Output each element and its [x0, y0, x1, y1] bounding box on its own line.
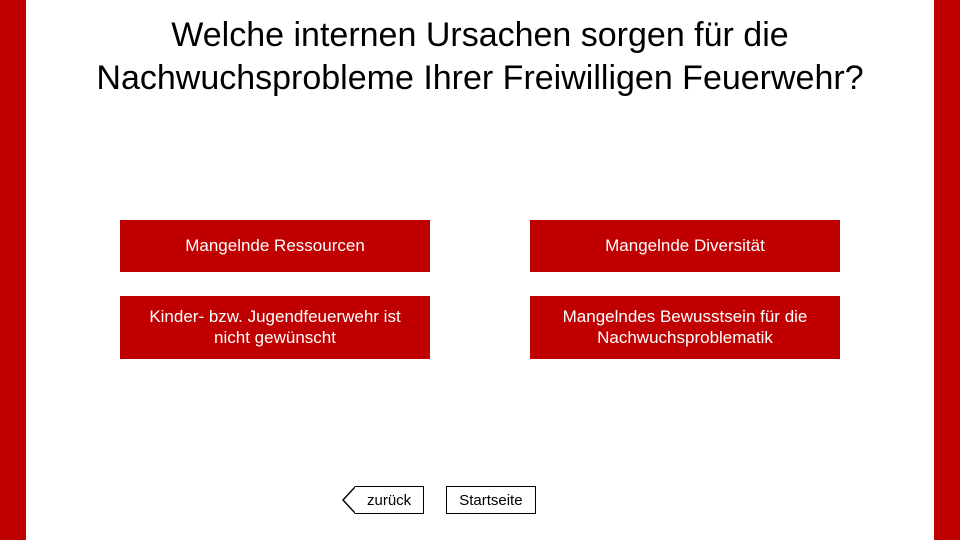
- nav-bar: zurück Startseite: [355, 486, 536, 514]
- slide: Welche internen Ursachen sorgen für die …: [0, 0, 960, 540]
- option-mangelnde-diversitaet[interactable]: Mangelnde Diversität: [530, 220, 840, 272]
- back-button[interactable]: zurück: [355, 486, 424, 514]
- options-grid: Mangelnde Ressourcen Mangelnde Diversitä…: [120, 220, 840, 359]
- option-kinder-jugendfeuerwehr[interactable]: Kinder- bzw. Jugendfeuerwehr ist nicht g…: [120, 296, 430, 359]
- home-button[interactable]: Startseite: [446, 486, 535, 514]
- page-title: Welche internen Ursachen sorgen für die …: [80, 14, 880, 99]
- back-button-label: zurück: [367, 492, 411, 509]
- decorative-stripe-left: [0, 0, 26, 540]
- home-button-label: Startseite: [459, 492, 522, 509]
- option-mangelnde-ressourcen[interactable]: Mangelnde Ressourcen: [120, 220, 430, 272]
- decorative-stripe-right: [934, 0, 960, 540]
- option-mangelndes-bewusstsein[interactable]: Mangelndes Bewusstsein für die Nachwuchs…: [530, 296, 840, 359]
